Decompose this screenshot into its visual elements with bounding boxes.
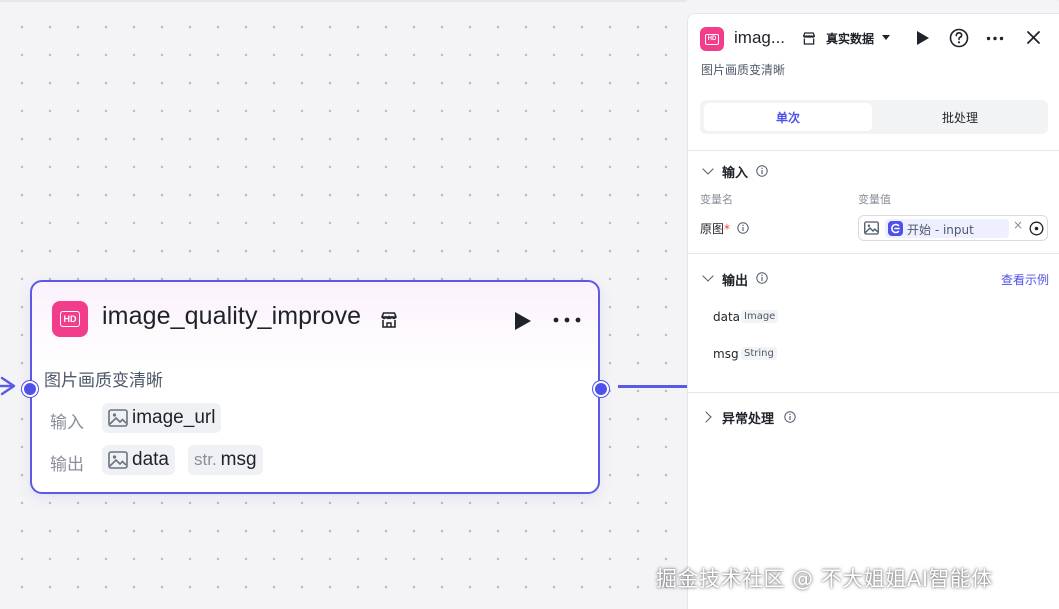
store-icon [802, 32, 816, 45]
more-options-icon[interactable] [986, 36, 1004, 41]
run-icon[interactable] [916, 30, 930, 46]
output-type-tag: String [741, 347, 777, 360]
tab-batch[interactable]: 批处理 [876, 103, 1044, 131]
string-type-icon: str. [194, 450, 217, 469]
output-chip-msg: str. msg [188, 445, 263, 475]
watermark: 掘金技术社区 @ 不大姐姐AI智能体 [656, 567, 993, 591]
error-handling-title[interactable]: 异常处理 [722, 408, 774, 427]
workflow-node-image-quality-improve[interactable]: HD image_quality_improve 图片画质变清晰 输入 imag… [22, 280, 609, 494]
info-icon[interactable] [756, 272, 768, 284]
node-input-label: 输入 [50, 413, 84, 433]
node-config-panel: HD imag... 真实数据 图片画质变清晰 单次 批处理 输入 变量名 变量… [687, 13, 1059, 609]
view-example-link[interactable]: 查看示例 [1001, 271, 1049, 288]
output-name: data [132, 449, 169, 470]
start-node-icon [888, 221, 903, 236]
input-port[interactable] [22, 381, 38, 397]
output-section-title[interactable]: 输出 [722, 270, 748, 289]
store-icon [381, 312, 397, 328]
data-mode-select[interactable]: 真实数据 [826, 30, 874, 47]
variable-value-field[interactable]: 开始 - input × [858, 215, 1048, 241]
divider [688, 392, 1059, 393]
output-chip-data: data [102, 445, 175, 475]
variable-reference-chip[interactable]: 开始 - input [885, 219, 1009, 238]
help-icon[interactable] [949, 28, 969, 48]
canvas-top-border [0, 0, 687, 2]
run-mode-tabs: 单次 批处理 [700, 100, 1048, 134]
node-title: image_quality_improve [102, 302, 362, 330]
chevron-down-icon[interactable] [702, 270, 714, 282]
variable-reference-text: 开始 - input [907, 223, 974, 237]
more-options-icon[interactable] [552, 306, 582, 334]
output-var-name: msg [713, 347, 739, 361]
divider [688, 253, 1059, 254]
incoming-edge-arrow [0, 376, 16, 396]
divider [688, 150, 1059, 151]
caret-down-icon[interactable] [882, 35, 890, 40]
variable-name-header: 变量名 [700, 193, 733, 206]
info-icon[interactable] [756, 165, 768, 177]
variable-value-header: 变量值 [858, 193, 891, 206]
hd-plugin-icon: HD [700, 27, 724, 51]
output-port[interactable] [593, 381, 609, 397]
input-section-title[interactable]: 输入 [722, 162, 748, 181]
tab-single[interactable]: 单次 [704, 103, 872, 131]
panel-title: imag... [734, 28, 786, 47]
info-icon[interactable] [784, 411, 796, 423]
node-description: 图片画质变清晰 [44, 371, 163, 391]
input-name: image_url [132, 407, 216, 428]
input-var-name: 原图* [700, 222, 731, 236]
input-chip-image-url: image_url [102, 403, 222, 433]
image-icon [108, 451, 128, 469]
hd-plugin-icon: HD [52, 301, 88, 337]
close-icon[interactable] [1026, 30, 1041, 45]
output-var-name: data [713, 310, 741, 324]
run-node-icon[interactable] [514, 311, 532, 331]
output-type-tag: Image [741, 310, 779, 323]
chevron-down-icon[interactable] [702, 163, 714, 175]
outgoing-edge[interactable] [618, 385, 687, 388]
info-icon[interactable] [737, 222, 749, 234]
clear-icon[interactable]: × [1013, 218, 1023, 232]
image-icon [864, 221, 879, 235]
node-output-label: 输出 [50, 455, 84, 475]
output-name: msg [220, 449, 257, 470]
variable-picker-icon[interactable] [1029, 221, 1044, 236]
panel-description: 图片画质变清晰 [701, 63, 786, 77]
image-icon [108, 409, 128, 427]
chevron-right-icon[interactable] [700, 411, 712, 423]
workflow-canvas[interactable]: HD image_quality_improve 图片画质变清晰 输入 imag… [0, 0, 687, 609]
